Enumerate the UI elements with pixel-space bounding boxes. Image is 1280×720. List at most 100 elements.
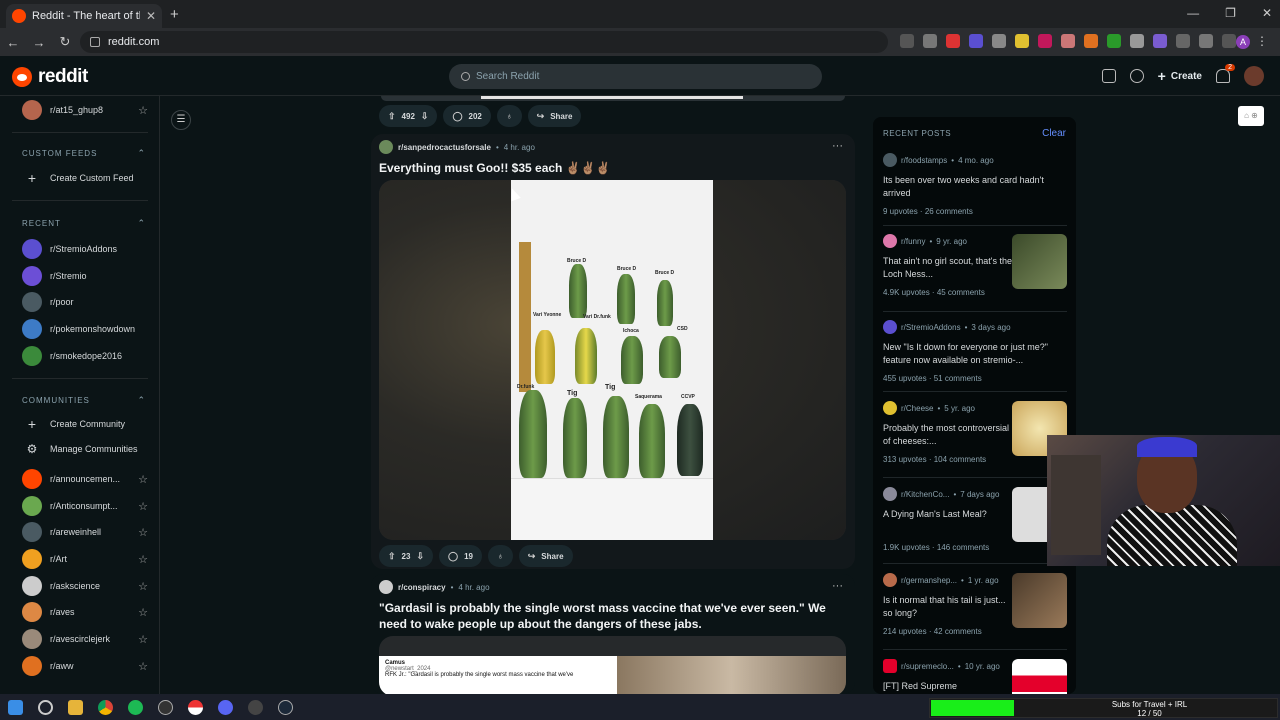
floating-widget-button[interactable]: ⌂ ⊕	[1238, 106, 1264, 126]
sidebar-item-community[interactable]: r/areweinhell ☆	[22, 522, 148, 542]
extension-icon[interactable]	[1176, 34, 1190, 48]
create-community-link[interactable]: + Create Community	[22, 416, 148, 432]
obs-icon[interactable]	[150, 699, 180, 715]
user-avatar[interactable]	[1244, 66, 1264, 86]
post-card[interactable]: r/conspiracy • 4 hr. ago ··· "Gardasil i…	[371, 574, 855, 694]
recent-post-item[interactable]: r/foodstamps • 4 mo. ago Its been over two…	[883, 153, 1067, 216]
notifications-icon[interactable]: 2	[1216, 64, 1235, 83]
manage-communities-link[interactable]: ⚙ Manage Communities	[22, 442, 148, 456]
sidebar-item-recent[interactable]: r/Stremio	[22, 266, 148, 286]
upvote-icon[interactable]: ⇧	[388, 111, 396, 122]
extension-icon[interactable]	[1061, 34, 1075, 48]
extension-icon[interactable]	[992, 34, 1006, 48]
sidebar-item-recent[interactable]: r/pokemonshowdown	[22, 319, 148, 339]
chevron-up-icon[interactable]: ⌃	[137, 148, 146, 159]
sidebar-item-community[interactable]: r/aves ☆	[22, 602, 148, 622]
extension-icon[interactable]	[1084, 34, 1098, 48]
start-icon[interactable]	[0, 699, 30, 715]
post-title[interactable]: Everything must Goo!! $35 each ✌🏽✌🏽✌🏽	[379, 160, 611, 176]
downvote-icon[interactable]: ⇩	[421, 111, 429, 122]
spotify-icon[interactable]	[120, 699, 150, 715]
search-icon[interactable]	[30, 699, 60, 715]
downvote-icon[interactable]: ⇩	[416, 551, 424, 562]
create-custom-feed-link[interactable]: + Create Custom Feed	[22, 170, 148, 186]
recent-heading[interactable]: RECENT ⌃	[22, 218, 146, 229]
create-button[interactable]: + Create	[1158, 68, 1202, 84]
reddit-logo[interactable]: reddit	[12, 66, 88, 88]
chat-icon[interactable]	[1129, 69, 1144, 83]
advertise-icon[interactable]	[1101, 69, 1116, 83]
chevron-up-icon[interactable]: ⌃	[137, 395, 146, 406]
star-icon[interactable]: ☆	[138, 660, 148, 673]
comments-button[interactable]: ◯ 202	[443, 105, 491, 127]
address-bar[interactable]: reddit.com	[80, 31, 888, 53]
comments-button[interactable]: ◯ 19	[439, 545, 482, 567]
sidebar-item-community[interactable]: r/aww ☆	[22, 656, 148, 676]
extension-icon[interactable]	[1015, 34, 1029, 48]
extension-icon[interactable]	[1107, 34, 1121, 48]
post-media[interactable]: Camus @newstart_2024 RFK Jr.: "Gardasil …	[379, 636, 846, 694]
sidebar-item-recent[interactable]: r/smokedope2016	[22, 346, 148, 366]
communities-heading[interactable]: COMMUNITIES ⌃	[22, 395, 146, 406]
extension-icon[interactable]	[1130, 34, 1144, 48]
star-icon[interactable]: ☆	[138, 104, 148, 117]
post-media[interactable]: Bruce D Bruce D Bruce D Vari Yvonne Vari…	[379, 180, 846, 540]
star-icon[interactable]: ☆	[138, 580, 148, 593]
sidebar-item-recent[interactable]: r/poor	[22, 292, 148, 312]
star-icon[interactable]: ☆	[138, 553, 148, 566]
search-input[interactable]: Search Reddit	[449, 64, 822, 89]
restore-icon[interactable]: ❐	[1225, 6, 1236, 20]
recent-post-item[interactable]: r/supremeclo... • 10 yr. ago [FT] Red Supr…	[883, 659, 1067, 694]
collapse-sidebar-button[interactable]: ☰	[171, 110, 191, 130]
bookmark-star-icon[interactable]	[923, 34, 937, 48]
sidebar-item-community[interactable]: r/announcemen... ☆	[22, 469, 148, 489]
recent-post-item[interactable]: r/Cheese • 5 yr. ago Probably the most con…	[883, 401, 1067, 464]
minimize-icon[interactable]: —	[1187, 6, 1199, 20]
sidebar-item-community[interactable]: r/askscience ☆	[22, 576, 148, 596]
share-button[interactable]: ↪ Share	[518, 545, 573, 567]
browser-profile-avatar[interactable]: A	[1236, 35, 1250, 49]
star-icon[interactable]: ☆	[138, 633, 148, 646]
sidebar-item-community[interactable]: r/Anticonsumpt... ☆	[22, 496, 148, 516]
extension-icon[interactable]	[946, 34, 960, 48]
chevron-up-icon[interactable]: ⌃	[137, 218, 146, 229]
award-button[interactable]: ♁	[496, 105, 522, 127]
forward-icon[interactable]: →	[26, 35, 52, 50]
star-icon[interactable]: ☆	[138, 500, 148, 513]
extension-icon[interactable]	[1153, 34, 1167, 48]
app-icon[interactable]	[240, 699, 270, 715]
more-options-icon[interactable]: ···	[832, 140, 843, 152]
clear-button[interactable]: Clear	[1042, 128, 1066, 139]
post-subreddit[interactable]: r/conspiracy	[398, 583, 446, 592]
close-window-icon[interactable]: ✕	[1262, 6, 1272, 20]
share-button[interactable]: ↪ Share	[527, 105, 582, 127]
custom-feeds-heading[interactable]: CUSTOM FEEDS ⌃	[22, 148, 146, 159]
extension-icon[interactable]	[1038, 34, 1052, 48]
file-explorer-icon[interactable]	[60, 699, 90, 715]
sidebar-item[interactable]: r/at15_ghup8 ☆	[22, 100, 148, 120]
new-tab-button[interactable]: +	[170, 6, 179, 23]
sidepanel-icon[interactable]	[1222, 34, 1236, 48]
award-button[interactable]: ♁	[487, 545, 513, 567]
more-options-icon[interactable]: ···	[832, 580, 843, 592]
puzzle-icon[interactable]	[1199, 34, 1213, 48]
install-icon[interactable]	[900, 34, 914, 48]
star-icon[interactable]: ☆	[138, 526, 148, 539]
recent-post-item[interactable]: r/germanshep... • 1 yr. ago Is it normal t…	[883, 573, 1067, 636]
pokeball-icon[interactable]	[180, 699, 210, 715]
sidebar-item-community[interactable]: r/avescirclejerk ☆	[22, 629, 148, 649]
reload-icon[interactable]: ↻	[52, 34, 78, 50]
post-card[interactable]: r/sanpedrocactusforsale • 4 hr. ago ··· …	[371, 134, 855, 569]
upvote-icon[interactable]: ⇧	[388, 551, 396, 562]
discord-icon[interactable]	[210, 699, 240, 715]
browser-menu-icon[interactable]: ⋮	[1256, 34, 1268, 48]
recent-post-item[interactable]: r/StremioAddons • 3 days ago New "Is It do…	[883, 320, 1067, 383]
chrome-icon[interactable]	[90, 699, 120, 715]
post-subreddit[interactable]: r/sanpedrocactusforsale	[398, 143, 491, 152]
post-title[interactable]: "Gardasil is probably the single worst m…	[379, 600, 849, 632]
star-icon[interactable]: ☆	[138, 473, 148, 486]
browser-tab[interactable]: Reddit - The heart of the intern ✕	[6, 4, 162, 28]
sidebar-item-recent[interactable]: r/StremioAddons	[22, 239, 148, 259]
recent-post-item[interactable]: r/funny • 9 yr. ago That ain't no girl sco…	[883, 234, 1067, 297]
sidebar-item-community[interactable]: r/Art ☆	[22, 549, 148, 569]
